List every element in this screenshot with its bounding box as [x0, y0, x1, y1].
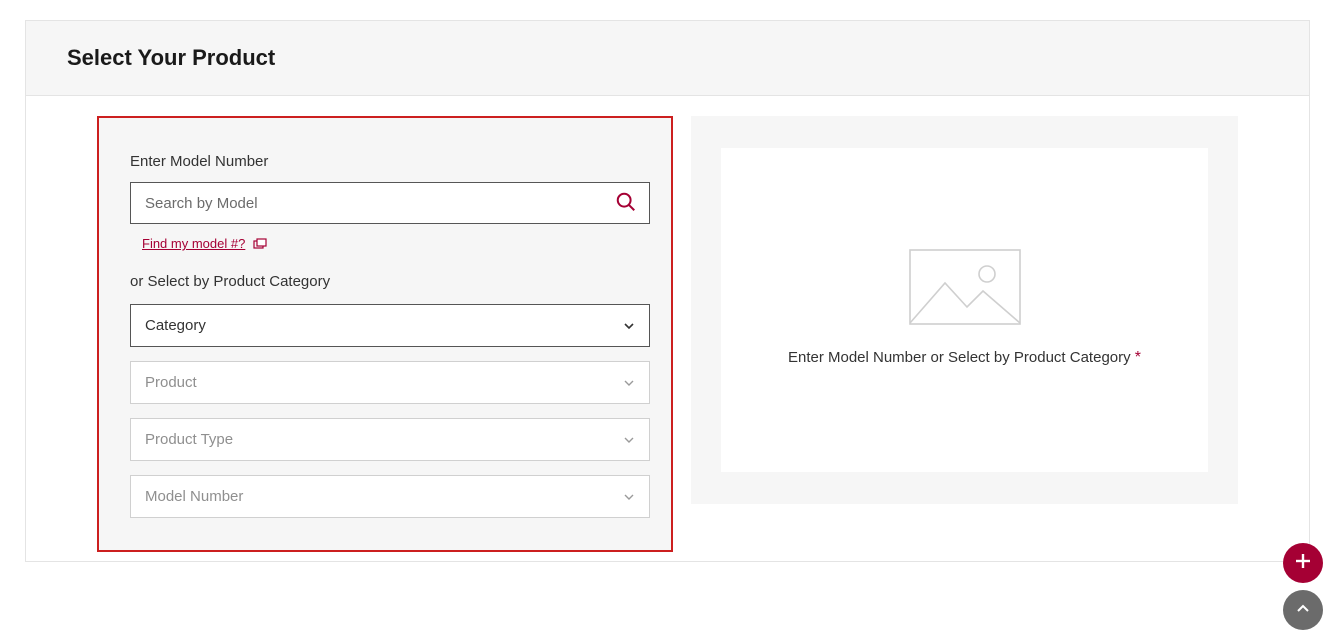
find-model-row: Find my model #?	[142, 236, 640, 251]
card-header: Select Your Product	[26, 21, 1309, 96]
required-asterisk: *	[1135, 349, 1141, 366]
popup-icon	[253, 238, 267, 250]
model-number-select[interactable]: Model Number	[130, 475, 650, 518]
model-search-wrap	[130, 182, 650, 224]
chevron-down-icon	[623, 321, 635, 331]
category-select-text: Category	[145, 317, 206, 334]
find-model-link[interactable]: Find my model #?	[142, 236, 245, 251]
preview-hint: Enter Model Number or Select by Product …	[728, 345, 1201, 371]
card-body: Enter Model Number Find my model #?	[26, 96, 1309, 576]
product-type-select[interactable]: Product Type	[130, 418, 650, 461]
product-type-select-text: Product Type	[145, 431, 233, 448]
add-fab-button[interactable]	[1283, 543, 1323, 583]
scroll-top-button[interactable]	[1283, 590, 1323, 630]
product-preview-inner: Enter Model Number or Select by Product …	[721, 148, 1208, 472]
product-preview-panel: Enter Model Number or Select by Product …	[691, 116, 1238, 504]
chevron-down-icon	[623, 492, 635, 502]
product-form-panel: Enter Model Number Find my model #?	[97, 116, 673, 552]
chevron-down-icon	[623, 435, 635, 445]
category-select[interactable]: Category	[130, 304, 650, 347]
chevron-down-icon	[623, 378, 635, 388]
model-search-button[interactable]	[603, 183, 649, 223]
search-icon	[615, 191, 637, 216]
product-select[interactable]: Product	[130, 361, 650, 404]
model-search-input[interactable]	[131, 183, 603, 223]
page-title: Select Your Product	[67, 45, 275, 71]
plus-icon	[1294, 552, 1312, 575]
image-placeholder-icon	[909, 249, 1021, 325]
product-select-text: Product	[145, 374, 197, 391]
enter-model-label: Enter Model Number	[130, 153, 640, 170]
product-select-card: Select Your Product Enter Model Number F…	[25, 20, 1310, 562]
model-number-select-text: Model Number	[145, 488, 243, 505]
chevron-up-icon	[1295, 601, 1311, 619]
or-select-label: or Select by Product Category	[130, 273, 640, 290]
preview-hint-text: Enter Model Number or Select by Product …	[788, 349, 1131, 366]
